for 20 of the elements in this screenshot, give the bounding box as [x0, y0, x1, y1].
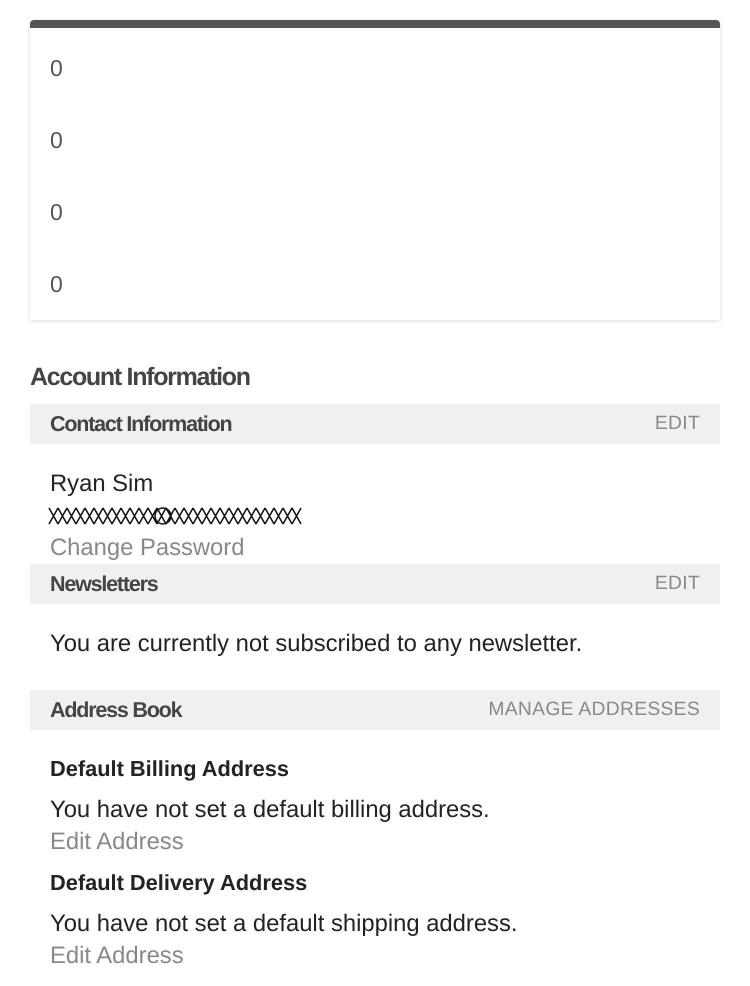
section-action-link[interactable]: EDIT — [654, 571, 700, 597]
page-heading: Account Information — [30, 362, 250, 393]
section-title: Newsletters — [50, 571, 158, 598]
section-action-link[interactable]: MANAGE ADDRESSES — [488, 697, 700, 723]
count-value: 0 — [50, 55, 63, 81]
text-link[interactable]: Edit Address — [50, 826, 184, 858]
address-message: You have not set a default billing address. — [50, 795, 490, 825]
address-message: You have not set a default shipping address. — [50, 909, 518, 939]
count-value: 0 — [50, 199, 63, 225]
newsletter-message: You are currently not subscribed to any newsletter. — [50, 629, 582, 659]
contact-name: Ryan Sim — [50, 469, 154, 499]
count-value: 0 — [50, 271, 63, 297]
count-value: 0 — [50, 127, 63, 153]
section-title: Address Book — [50, 697, 182, 724]
text-link[interactable]: Edit Address — [50, 940, 184, 972]
address-title: Default Billing Address — [50, 756, 289, 782]
address-title: Default Delivery Address — [50, 870, 308, 896]
section-action-link[interactable]: EDIT — [654, 411, 700, 437]
section-title: Contact Information — [50, 411, 232, 438]
text-link[interactable]: Change Password — [50, 532, 244, 564]
